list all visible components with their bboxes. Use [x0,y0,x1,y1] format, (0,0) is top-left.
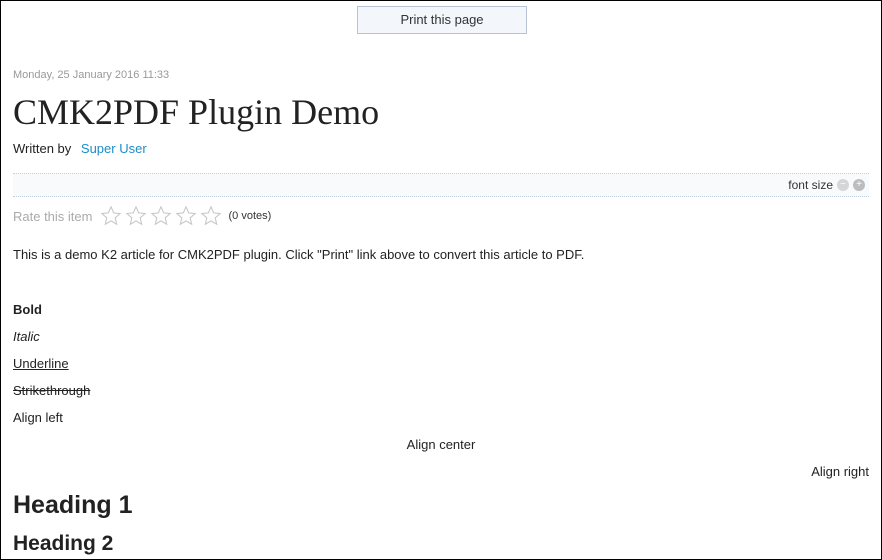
font-size-control: font size − + [788,178,865,192]
article-date: Monday, 25 January 2016 11:33 [13,69,170,81]
heading-1: Heading 1 [13,491,133,519]
article-title: CMK2PDF Plugin Demo [13,92,380,132]
star-icon[interactable] [150,205,172,227]
heading-2: Heading 2 [13,532,114,555]
star-icon[interactable] [200,205,222,227]
print-page-button[interactable]: Print this page [357,6,527,34]
rating-widget: Rate this item (0 votes) [13,205,271,227]
font-size-label: font size [788,178,833,192]
star-icon[interactable] [175,205,197,227]
intro-paragraph: This is a demo K2 article for CMK2PDF pl… [13,247,585,262]
strikethrough-text: Strikethrough [13,383,91,398]
author-line: Written by Super User [13,141,147,156]
underline-text: Underline [13,356,69,371]
star-icon[interactable] [125,205,147,227]
align-right-text: Align right [811,464,869,479]
rate-label: Rate this item [13,208,93,224]
article-toolbar: font size − + [13,173,869,197]
font-increase-button[interactable]: + [853,179,865,191]
bold-text: Bold [13,302,42,317]
font-decrease-button[interactable]: − [837,179,849,191]
written-by-label: Written by [13,141,72,156]
align-left-text: Align left [13,410,63,425]
page-frame: Print this page Monday, 25 January 2016 … [0,0,882,560]
rating-stars [100,205,222,227]
star-icon[interactable] [100,205,122,227]
italic-text: Italic [13,329,40,344]
align-center-text: Align center [406,437,476,452]
votes-count: (0 votes) [228,210,272,222]
author-link[interactable]: Super User [81,141,147,156]
